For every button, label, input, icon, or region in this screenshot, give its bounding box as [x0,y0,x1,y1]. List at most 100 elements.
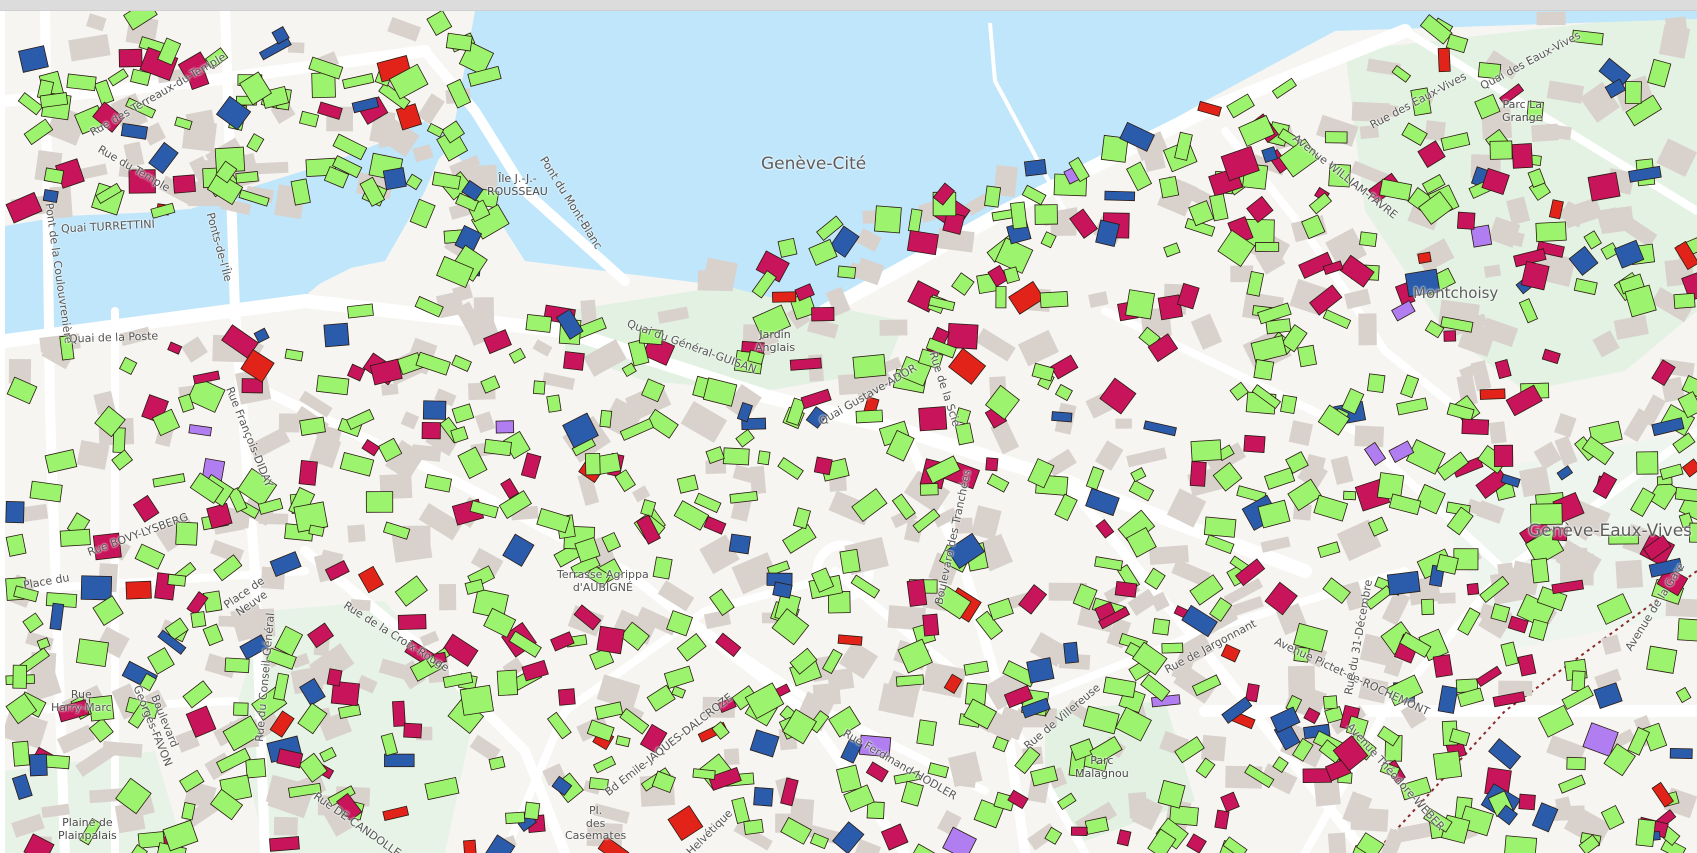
building[interactable] [326,668,343,687]
building[interactable] [1624,81,1642,105]
building[interactable] [421,421,441,440]
building[interactable] [12,740,31,767]
building[interactable] [1158,175,1180,199]
building[interactable] [1677,618,1697,642]
building[interactable] [1669,747,1693,759]
building[interactable] [1479,388,1506,400]
building[interactable] [224,657,250,674]
building[interactable] [1421,598,1435,616]
building[interactable] [1189,460,1207,487]
building[interactable] [1535,221,1567,243]
building[interactable] [172,174,196,194]
building[interactable] [906,578,928,607]
building[interactable] [1280,394,1298,415]
building[interactable] [459,684,494,716]
building[interactable] [1255,242,1280,252]
building[interactable] [12,664,28,689]
building[interactable] [1646,645,1678,674]
building[interactable] [1635,818,1656,848]
building[interactable] [298,459,318,486]
building[interactable] [365,491,394,513]
building[interactable] [1443,330,1457,342]
building[interactable] [947,322,979,350]
building[interactable] [125,580,152,600]
building[interactable] [789,357,822,371]
building[interactable] [1466,582,1480,596]
building[interactable] [235,171,259,184]
building[interactable] [42,189,59,203]
building[interactable] [299,416,326,436]
building[interactable] [1359,231,1378,248]
building[interactable] [839,548,861,574]
building[interactable] [985,457,999,472]
building[interactable] [316,375,350,396]
building[interactable] [66,73,97,92]
building[interactable] [43,167,65,185]
building[interactable] [5,533,27,557]
building[interactable] [495,420,515,434]
building[interactable] [1417,251,1432,264]
building[interactable] [1456,211,1476,230]
building[interactable] [1063,641,1079,664]
building[interactable] [1104,190,1136,202]
building[interactable] [811,307,835,322]
building[interactable] [1161,642,1184,654]
building[interactable] [1493,444,1514,468]
building[interactable] [1190,439,1222,462]
building[interactable] [599,409,613,428]
building[interactable] [906,230,939,256]
building[interactable] [596,625,625,655]
building[interactable] [1051,411,1073,423]
building[interactable] [505,811,526,825]
building[interactable] [728,533,752,555]
building[interactable] [1511,143,1533,169]
building[interactable] [652,556,673,580]
building[interactable] [75,638,109,668]
building[interactable] [1010,201,1028,230]
building[interactable] [753,786,774,807]
building[interactable] [1432,654,1453,678]
building[interactable] [722,447,750,466]
building[interactable] [1245,683,1260,703]
building[interactable] [1070,826,1088,836]
building[interactable] [757,450,771,466]
building[interactable] [245,758,267,779]
building[interactable] [346,303,374,319]
building[interactable] [557,688,576,706]
building[interactable] [852,354,887,379]
building[interactable] [1023,159,1047,177]
building[interactable] [523,801,541,821]
building[interactable] [80,575,113,601]
building[interactable] [837,265,857,279]
building[interactable] [813,456,833,476]
building[interactable] [59,528,91,547]
building[interactable] [5,501,25,524]
building[interactable] [233,702,249,716]
building[interactable] [1437,47,1451,73]
building[interactable] [922,613,940,637]
building[interactable] [1026,657,1055,684]
building[interactable] [532,380,546,395]
building[interactable] [916,719,937,746]
building[interactable] [1503,835,1538,853]
building[interactable] [269,836,300,852]
building[interactable] [1323,695,1338,710]
building[interactable] [895,674,925,687]
building[interactable] [1518,793,1536,811]
building[interactable] [483,438,512,457]
building[interactable] [323,322,350,348]
building[interactable] [563,351,585,371]
building[interactable] [1253,359,1275,381]
building[interactable] [1324,131,1348,144]
building[interactable] [874,205,902,234]
building[interactable] [1432,750,1463,780]
building[interactable] [29,753,48,777]
building[interactable] [584,452,601,476]
building[interactable] [855,409,884,424]
building[interactable] [1566,756,1586,771]
building[interactable] [1214,809,1230,830]
building[interactable] [1587,172,1621,202]
building[interactable] [1114,581,1138,598]
building[interactable] [392,700,406,727]
building[interactable] [29,480,63,503]
